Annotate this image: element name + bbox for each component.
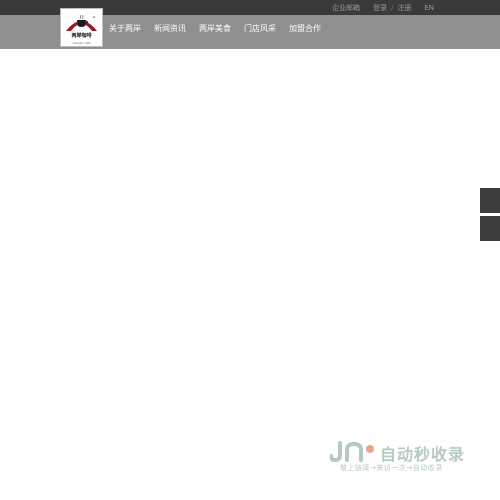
link-separator: / — [390, 3, 394, 12]
nav-item-franchise[interactable]: 加盟合作 — [289, 23, 321, 34]
top-links: 企业邮箱 登录 / 注册 EN — [332, 0, 434, 15]
logo-brand-name: 两岸咖啡 — [71, 33, 92, 39]
nav-item-stores[interactable]: 门店风采 — [244, 23, 276, 34]
watermark-subtitle: 敬上链接→来访一次→自动收录 — [340, 464, 443, 472]
watermark: 自动秒收录 敬上链接→来访一次→自动收录 — [330, 440, 482, 476]
coffee-cup-arch-logo-icon — [66, 14, 97, 31]
side-float-button-2[interactable] — [480, 216, 500, 241]
side-float-button-1[interactable] — [480, 188, 500, 213]
register-link[interactable]: 注册 — [397, 3, 411, 13]
login-link[interactable]: 登录 — [373, 3, 387, 13]
watermark-title: 自动秒收录 — [380, 445, 466, 464]
nav-item-news[interactable]: 新闻资讯 — [154, 23, 186, 34]
logo-brand-subtext: Liberty café — [72, 41, 91, 45]
main-menu: 关于两岸 新闻资讯 两岸美食 门店风采 加盟合作 — [109, 15, 334, 42]
jm-logo-icon — [330, 441, 374, 463]
language-switch-en[interactable]: EN — [424, 4, 434, 12]
nav-item-about[interactable]: 关于两岸 — [109, 23, 141, 34]
enterprise-mail-link[interactable]: 企业邮箱 — [332, 3, 360, 13]
nav-item-food[interactable]: 两岸美食 — [199, 23, 231, 34]
brand-logo[interactable]: 两岸咖啡 Liberty café — [60, 8, 103, 47]
